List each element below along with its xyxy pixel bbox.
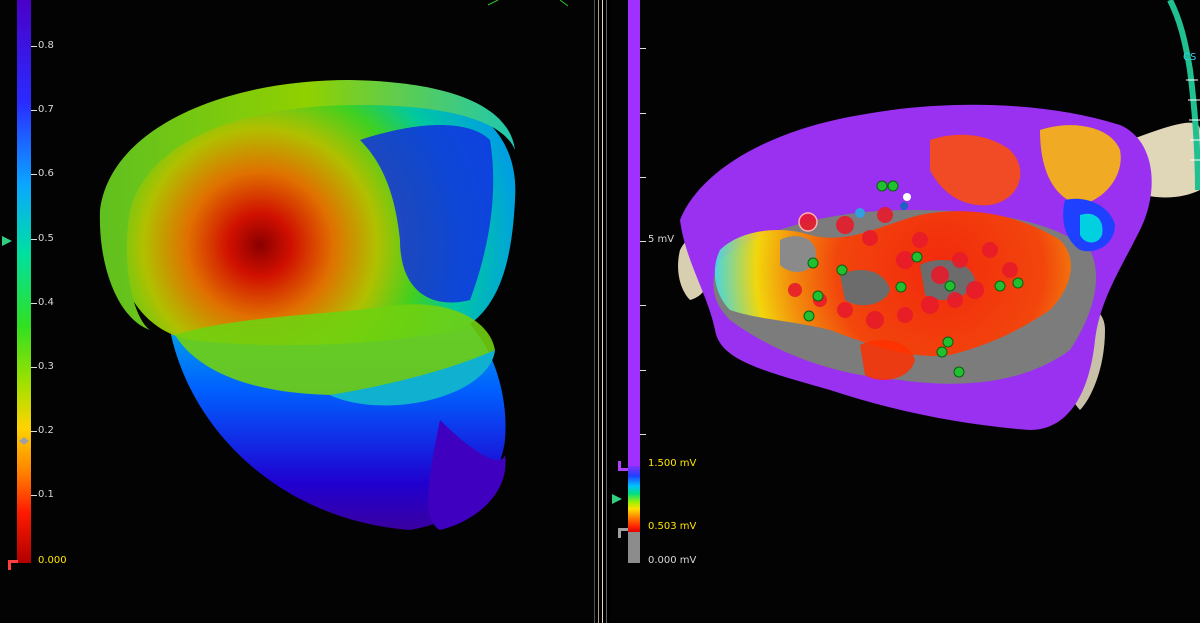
scale-label-0-5: 0.5: [38, 233, 54, 244]
scale-tick: [31, 46, 37, 47]
pane-divider: [606, 0, 607, 623]
scale-tick: [31, 367, 37, 368]
scale-tick: [31, 110, 37, 111]
scale-label-0-3: 0.3: [38, 361, 54, 372]
pane-divider: [598, 0, 599, 623]
activation-map-viewport[interactable]: 0.8 0.7 0.6 0.5 0.4 0.3 0.2 0.1 0.000: [0, 0, 594, 623]
voltage-mid-label: 5 mV: [648, 234, 675, 245]
scale-tick: [31, 239, 37, 240]
scale-label-0-4: 0.4: [38, 297, 54, 308]
scale-tick: [640, 241, 646, 242]
scale-tick: [640, 113, 646, 114]
voltage-scale-gradient: [628, 466, 640, 532]
scale-tick: [640, 434, 646, 435]
scale-tick: [31, 495, 37, 496]
lower-threshold-handle-icon[interactable]: [616, 526, 630, 540]
scale-tick: [31, 431, 37, 432]
voltage-map-viewport[interactable]: CS: [610, 0, 1200, 623]
scale-tick: [640, 177, 646, 178]
scale-tick: [640, 305, 646, 306]
scale-pointer-icon[interactable]: [0, 234, 14, 248]
pane-divider[interactable]: [602, 0, 603, 623]
scale-label-zero: 0.000: [38, 555, 67, 566]
tag-white: [903, 193, 911, 201]
scale-tick: [31, 174, 37, 175]
scale-tick: [640, 48, 646, 49]
activation-color-scale: [17, 0, 31, 563]
tag-blue: [855, 208, 865, 218]
orientation-axis-icon: [487, 0, 569, 7]
scale-tick: [31, 303, 37, 304]
voltage-zero-label: 0.000 mV: [648, 555, 697, 566]
scale-marker-icon[interactable]: [18, 436, 30, 446]
scale-min-handle-icon[interactable]: [6, 558, 20, 572]
scale-label-0-1: 0.1: [38, 489, 54, 500]
voltage-lower-threshold: 0.503 mV: [648, 521, 697, 532]
pane-divider: [594, 0, 595, 623]
scale-label-0-6: 0.6: [38, 168, 54, 179]
scale-label-0-7: 0.7: [38, 104, 54, 115]
upper-threshold-handle-icon[interactable]: [616, 459, 630, 473]
tag-dark-blue: [900, 202, 908, 210]
scale-label-0-8: 0.8: [38, 40, 54, 51]
voltage-scale-high: [628, 0, 640, 466]
activation-map-3d-render[interactable]: [0, 0, 594, 623]
voltage-map-3d-render[interactable]: [610, 0, 1200, 623]
voltage-upper-threshold: 1.500 mV: [648, 458, 697, 469]
catheter-label: CS: [1183, 52, 1197, 63]
scale-label-0-2: 0.2: [38, 425, 54, 436]
scale-tick: [640, 370, 646, 371]
scale-pointer-icon[interactable]: [610, 492, 624, 506]
